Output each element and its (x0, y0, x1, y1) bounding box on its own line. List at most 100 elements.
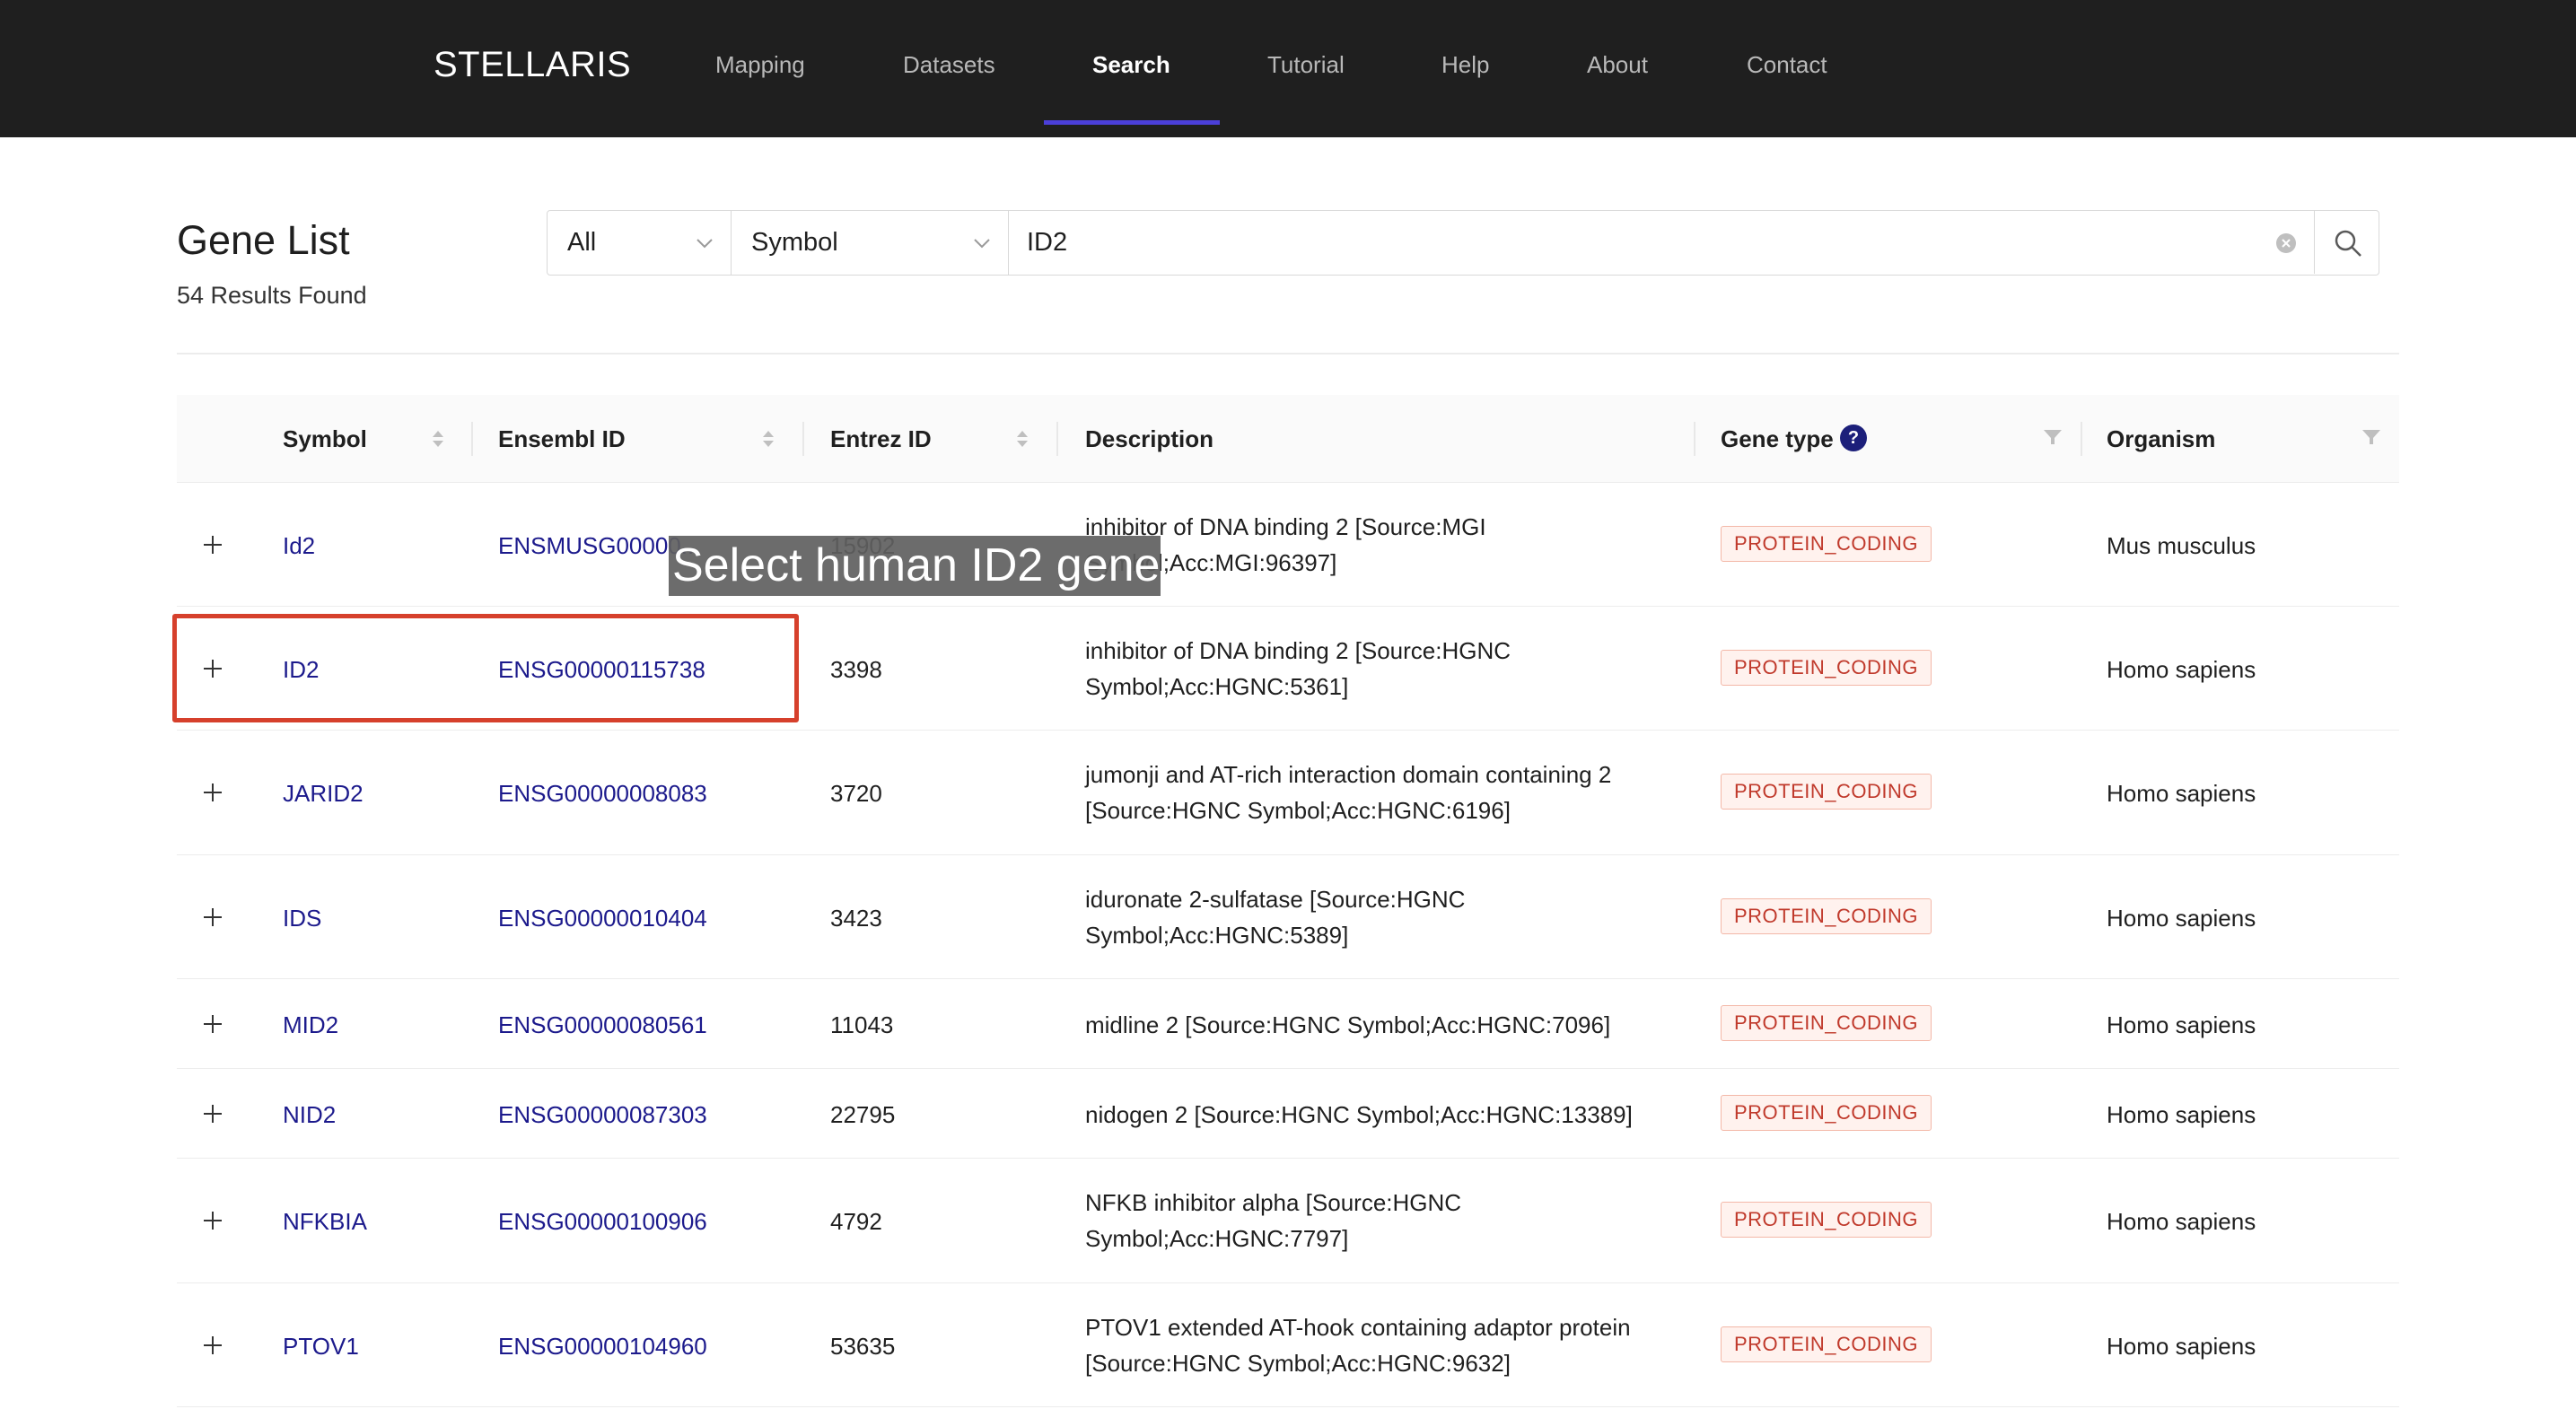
nav-item-contact[interactable]: Contact (1747, 0, 1827, 130)
filter-icon[interactable] (2361, 426, 2382, 448)
sort-icon[interactable] (1015, 425, 1030, 452)
column-header-ensembl[interactable]: Ensembl ID (498, 395, 626, 483)
gene-type-tag: PROTEIN_CODING (1721, 526, 1932, 562)
nav-item-mapping[interactable]: Mapping (715, 0, 805, 130)
results-count: 54 Results Found (177, 282, 367, 309)
entrez-id: 53635 (830, 1333, 896, 1360)
symbol-link[interactable]: NFKBIA (283, 1208, 367, 1236)
help-icon[interactable]: ? (1840, 425, 1867, 451)
table-row[interactable]: JARID2 ENSG00000008083 3720 jumonji and … (177, 731, 2399, 855)
organism: Mus musculus (2107, 532, 2256, 559)
nav-item-about[interactable]: About (1587, 0, 1648, 130)
organism: Homo sapiens (2107, 1101, 2256, 1128)
table-row[interactable]: PTOV1 ENSG00000104960 53635 PTOV1 extend… (177, 1283, 2399, 1407)
target-highlight-box (172, 614, 799, 722)
symbol-link[interactable]: Id2 (283, 532, 315, 560)
expand-row-icon[interactable] (204, 1014, 223, 1034)
gene-type-tag: PROTEIN_CODING (1721, 898, 1932, 934)
nav-item-search[interactable]: Search (1092, 0, 1170, 130)
sort-icon[interactable] (761, 425, 775, 452)
organism: Homo sapiens (2107, 1208, 2256, 1235)
instruction-callout: Select human ID2 gene (669, 536, 1161, 596)
ensembl-link[interactable]: ENSG00000104960 (498, 1333, 707, 1361)
ensembl-link[interactable]: ENSG00000087303 (498, 1101, 707, 1129)
chevron-down-icon (697, 239, 713, 249)
nav-active-indicator (1044, 120, 1220, 125)
column-separator (802, 422, 804, 456)
entrez-id: 11043 (830, 1011, 894, 1038)
column-header-entrez[interactable]: Entrez ID (830, 395, 932, 483)
chevron-down-icon (974, 239, 990, 249)
expand-row-icon[interactable] (204, 1104, 223, 1124)
entrez-id: 22795 (830, 1101, 896, 1128)
table-row[interactable]: Id2 ENSMUSG00000... 15902 inhibitor of D… (177, 483, 2399, 607)
search-button[interactable] (2314, 211, 2379, 274)
entrez-id: 3398 (830, 656, 882, 683)
column-header-organism: Organism (2107, 425, 2216, 452)
gene-type-tag: PROTEIN_CODING (1721, 650, 1932, 686)
gene-description: NFKB inhibitor alpha [Source:HGNC Symbol… (1085, 1189, 1462, 1252)
table-row[interactable]: NID2 ENSG00000087303 22795 nidogen 2 [So… (177, 1069, 2399, 1159)
ensembl-link[interactable]: ENSG00000080561 (498, 1011, 707, 1039)
symbol-link[interactable]: NID2 (283, 1101, 336, 1129)
gene-type-tag: PROTEIN_CODING (1721, 774, 1932, 810)
gene-description: iduronate 2-sulfatase [Source:HGNC Symbo… (1085, 886, 1466, 949)
page-title: Gene List (177, 217, 350, 263)
table-row[interactable]: NFKBIA ENSG00000100906 4792 NFKB inhibit… (177, 1159, 2399, 1283)
expand-row-icon[interactable] (204, 1211, 223, 1230)
gene-type-tag: PROTEIN_CODING (1721, 1095, 1932, 1131)
search-icon (2335, 230, 2361, 257)
gene-description: PTOV1 extended AT-hook containing adapto… (1085, 1314, 1631, 1377)
header-divider (177, 353, 2399, 354)
column-separator (1694, 422, 1695, 456)
gene-description: jumonji and AT-rich interaction domain c… (1085, 761, 1612, 824)
column-separator (1056, 422, 1058, 456)
filter-icon[interactable] (2042, 426, 2063, 448)
gene-type-tag: PROTEIN_CODING (1721, 1005, 1932, 1041)
entrez-id: 4792 (830, 1208, 882, 1235)
column-header-symbol[interactable]: Symbol (283, 395, 367, 483)
column-separator (2081, 422, 2082, 456)
ensembl-link[interactable]: ENSG00000100906 (498, 1208, 707, 1236)
table-row[interactable]: IDS ENSG00000010404 3423 iduronate 2-sul… (177, 855, 2399, 979)
symbol-link[interactable]: IDS (283, 905, 321, 932)
nav-item-datasets[interactable]: Datasets (903, 0, 995, 130)
search-input[interactable] (1009, 211, 2379, 275)
scope-select[interactable]: All (548, 211, 732, 275)
search-bar: All Symbol (547, 210, 2379, 276)
table-row[interactable]: MID2 ENSG00000080561 11043 midline 2 [So… (177, 979, 2399, 1069)
nav-item-tutorial[interactable]: Tutorial (1267, 0, 1345, 130)
gene-description: midline 2 [Source:HGNC Symbol;Acc:HGNC:7… (1085, 1011, 1611, 1038)
symbol-link[interactable]: PTOV1 (283, 1333, 359, 1361)
symbol-link[interactable]: MID2 (283, 1011, 338, 1039)
field-select-value: Symbol (751, 228, 838, 257)
scope-select-value: All (567, 228, 597, 257)
organism: Homo sapiens (2107, 656, 2256, 683)
gene-type-tag: PROTEIN_CODING (1721, 1202, 1932, 1238)
gene-description: inhibitor of DNA binding 2 [Source:HGNC … (1085, 637, 1511, 700)
ensembl-link[interactable]: ENSG00000008083 (498, 780, 707, 808)
ensembl-link[interactable]: ENSG00000010404 (498, 905, 707, 932)
organism: Homo sapiens (2107, 780, 2256, 807)
top-navbar: STELLARIS Mapping Datasets Search Tutori… (0, 0, 2576, 137)
gene-description: inhibitor of DNA binding 2 [Source:MGI S… (1085, 513, 1486, 576)
column-separator (471, 422, 473, 456)
brand-logo[interactable]: STELLARIS (434, 0, 631, 130)
organism: Homo sapiens (2107, 905, 2256, 932)
field-select[interactable]: Symbol (732, 211, 1009, 275)
symbol-link[interactable]: JARID2 (283, 780, 364, 808)
organism: Homo sapiens (2107, 1333, 2256, 1360)
column-header-description: Description (1085, 425, 1214, 452)
gene-type-tag: PROTEIN_CODING (1721, 1326, 1932, 1362)
column-header-gene-type: Gene type (1721, 425, 1834, 452)
nav-item-help[interactable]: Help (1441, 0, 1489, 130)
expand-row-icon[interactable] (204, 907, 223, 927)
expand-row-icon[interactable] (204, 1335, 223, 1355)
expand-row-icon[interactable] (204, 783, 223, 802)
organism: Homo sapiens (2107, 1011, 2256, 1038)
clear-icon[interactable] (2275, 232, 2297, 254)
expand-row-icon[interactable] (204, 535, 223, 555)
table-header: Symbol Ensembl ID Entrez ID Description … (177, 395, 2399, 483)
gene-description: nidogen 2 [Source:HGNC Symbol;Acc:HGNC:1… (1085, 1101, 1633, 1128)
sort-icon[interactable] (431, 425, 445, 452)
